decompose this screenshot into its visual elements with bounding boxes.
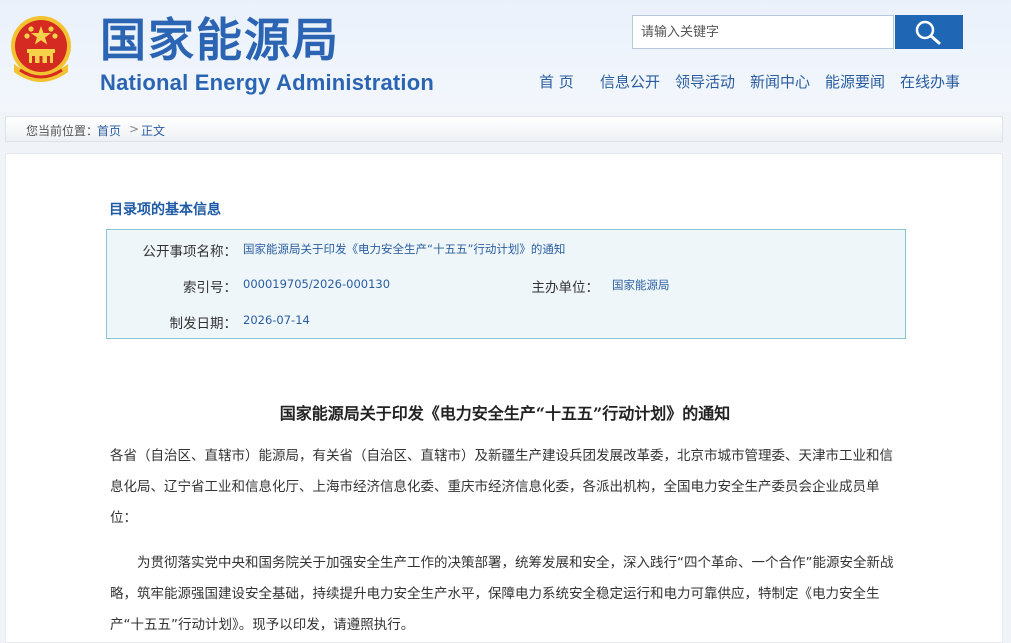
name-value: 国家能源局关于印发《电力安全生产“十五五”行动计划》的通知 xyxy=(243,242,566,256)
nav-item-energy-news[interactable]: 能源要闻 xyxy=(825,71,885,92)
nav-item-leadership[interactable]: 领导活动 xyxy=(675,71,735,92)
nav-item-info-disclosure[interactable]: 信息公开 xyxy=(600,71,660,92)
article-content: 目录项的基本信息 公开事项名称： 国家能源局关于印发《电力安全生产“十五五”行动… xyxy=(5,153,1003,643)
site-logo-cn[interactable]: 国家能源局 xyxy=(100,14,340,66)
name-label: 公开事项名称： xyxy=(142,244,238,260)
nav-item-home[interactable]: 首 页 xyxy=(539,71,574,92)
main-nav: 首 页 信息公开 领导活动 新闻中心 能源要闻 在线办事 xyxy=(0,71,1011,91)
search-icon xyxy=(915,20,941,45)
breadcrumb-separator: > xyxy=(129,122,140,136)
nav-item-online-service[interactable]: 在线办事 xyxy=(900,71,960,92)
breadcrumb: 您当前位置： 首页 > 正文 xyxy=(5,116,1003,142)
info-table: 公开事项名称： 国家能源局关于印发《电力安全生产“十五五”行动计划》的通知 索引… xyxy=(106,229,906,339)
document-recipients: 各省（自治区、直辖市）能源局，有关省（自治区、直辖市）及新疆生产建设兵团发展改革… xyxy=(110,448,893,526)
document-body: 为贯彻落实党中央和国务院关于加强安全生产工作的决策部署，统筹发展和安全，深入践行… xyxy=(110,555,894,633)
org-label: 主办单位： xyxy=(531,280,600,296)
index-value: 000019705/2026-000130 xyxy=(243,277,391,291)
index-label: 索引号： xyxy=(183,280,237,296)
date-label: 制发日期： xyxy=(169,316,238,332)
info-section-title: 目录项的基本信息 xyxy=(109,202,221,218)
search-box xyxy=(632,15,963,49)
breadcrumb-prefix: 您当前位置： xyxy=(26,124,99,138)
org-value: 国家能源局 xyxy=(612,278,670,292)
breadcrumb-current: 正文 xyxy=(141,124,166,138)
search-input[interactable] xyxy=(632,15,894,49)
search-button[interactable] xyxy=(895,15,963,49)
date-value: 2026-07-14 xyxy=(243,313,310,327)
nav-item-news[interactable]: 新闻中心 xyxy=(750,71,810,92)
site-header: 国家能源局 National Energy Administration 首 页… xyxy=(0,0,1011,112)
document-title: 国家能源局关于印发《电力安全生产“十五五”行动计划》的通知 xyxy=(279,404,731,423)
breadcrumb-home-link[interactable]: 首页 xyxy=(97,122,121,139)
